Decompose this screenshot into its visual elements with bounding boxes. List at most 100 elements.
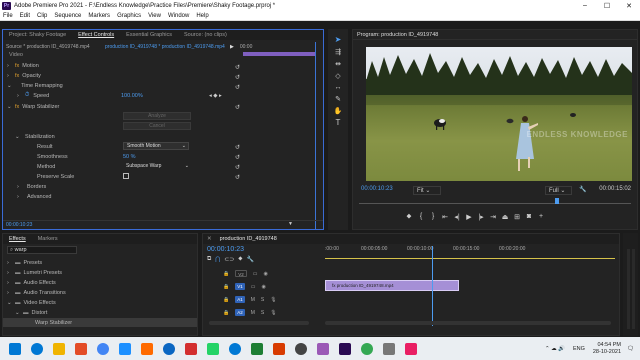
effect-warp-stabilizer[interactable]: ⌄ fx Warp Stabilizer [7,102,59,111]
close-icon[interactable]: ✕ [618,2,640,10]
program-scrub-bar[interactable] [359,198,631,204]
clock-date[interactable]: 28-10-2021 [593,349,621,356]
step-forward-icon[interactable]: |▸ [475,213,487,221]
extract-icon[interactable]: ⊞ [511,213,523,221]
settings-icon[interactable]: 🔧 [246,256,253,263]
taskbar-app-icon[interactable] [229,342,241,355]
taskbar-app-icon[interactable] [251,342,263,355]
add-marker-tl-icon[interactable]: ⬥ [238,256,242,263]
tab-project[interactable]: Project: Shaky Footage [3,32,72,38]
timeline-timecode[interactable]: 00:00:10:23 [207,246,244,253]
effect-time-remapping[interactable]: ⌄ Time Remapping [7,81,63,90]
effect-opacity[interactable]: › fx Opacity [7,71,41,80]
hand-tool-icon[interactable]: ✋ [328,107,348,115]
menu-window[interactable]: Window [168,13,189,19]
menu-sequence[interactable]: Sequence [54,13,81,19]
effect-motion[interactable]: › fx Motion [7,61,39,70]
taskbar-app-icon[interactable] [141,342,153,355]
maximize-icon[interactable]: ☐ [596,2,618,10]
mute-button[interactable]: M [251,297,255,303]
taskbar-app-icon[interactable] [119,342,131,355]
snap-icon[interactable]: ⋂ [215,256,220,263]
keyframe-nav-icon[interactable]: ◂ ◆ ▸ [209,91,222,100]
selection-tool-icon[interactable]: ➤ [328,35,348,44]
taskbar-app-icon[interactable] [163,342,175,355]
tab-effects[interactable]: Effects [3,236,32,242]
play-button[interactable]: ▶ [463,213,475,221]
taskbar-app-icon[interactable] [361,342,373,355]
tab-essential-graphics[interactable]: Essential Graphics [120,32,178,38]
tray-icons[interactable]: ⌃ ☁ 🔊 [545,346,565,352]
mic-icon[interactable]: 🎙 [270,297,276,303]
effects-item-video-effects[interactable]: ⌄ ▬ Video Effects [7,298,56,307]
menu-markers[interactable]: Markers [88,13,110,19]
effects-search-input[interactable]: ⌕ warp [7,246,77,254]
speed-value[interactable]: 100.00% [121,91,143,100]
tab-effect-controls[interactable]: Effect Controls [72,32,120,38]
taskbar-app-icon[interactable] [31,342,43,355]
lock-icon[interactable]: 🔒 [223,297,229,303]
advanced-section[interactable]: › Advanced [17,192,51,201]
effects-item-audio-effects[interactable]: › ▬ Audio Effects [7,278,56,287]
taskbar-app-icon[interactable] [383,342,395,355]
effect-controls-timecode[interactable]: 00:00:10:23 [6,222,32,228]
add-marker-icon[interactable]: ⬥ [403,213,415,221]
taskbar-app-icon[interactable] [97,342,109,355]
wrench-icon[interactable]: 🔧 [579,186,586,193]
button-editor-icon[interactable]: + [535,213,547,221]
effects-item-lumetri[interactable]: › ▬ Lumetri Presets [7,268,62,277]
cancel-button[interactable]: Cancel [123,122,191,130]
effects-item-presets[interactable]: › ▬ Presets [7,258,42,267]
eye-icon[interactable]: ◉ [261,284,265,290]
effects-item-distort[interactable]: ⌄ ▬ Distort [15,308,47,317]
resolution-dropdown[interactable]: Full ⌄ [545,186,573,195]
reset-icons[interactable]: ↺ ↺ ↺ ↺ [235,63,240,113]
timeline-clip[interactable]: fx production ID_4919748.mp4 [325,280,459,291]
language-indicator[interactable]: ENG [573,346,585,352]
slip-tool-icon[interactable]: ↔ [328,84,348,91]
timeline-close-icon[interactable]: ✕ [203,236,214,242]
timeline-playhead[interactable] [432,246,434,326]
minimize-icon[interactable]: – [574,2,596,10]
sync-icon[interactable]: ▭ [253,271,258,277]
lock-icon[interactable]: 🔒 [223,284,229,290]
tab-markers[interactable]: Markers [32,236,64,242]
menu-file[interactable]: File [3,13,13,19]
pen-tool-icon[interactable]: ✎ [328,95,348,103]
preserve-scale-checkbox[interactable] [123,173,129,179]
sync-icon[interactable]: ▭ [251,284,256,290]
menu-help[interactable]: Help [196,13,208,19]
program-playhead[interactable] [555,198,559,204]
ripple-edit-icon[interactable]: ⇹ [328,60,348,68]
go-to-out-icon[interactable]: ⇥ [487,213,499,221]
track-select-icon[interactable]: ⇶ [328,48,348,56]
analyze-button[interactable]: Analyze [123,112,191,120]
menu-graphics[interactable]: Graphics [117,13,141,19]
taskbar-app-icon[interactable] [53,342,65,355]
taskbar-app-icon[interactable] [339,342,351,355]
razor-tool-icon[interactable]: ◇ [328,72,348,80]
solo-button[interactable]: S [261,297,264,303]
lift-icon[interactable]: ⏏ [499,213,511,221]
timeline-ruler[interactable]: :00:00 00:00:05:00 00:00:10:00 00:00:15:… [325,246,615,262]
menu-clip[interactable]: Clip [37,13,47,19]
go-to-in-icon[interactable]: ⇤ [439,213,451,221]
start-button[interactable] [9,342,21,355]
work-area-bar[interactable] [325,258,615,259]
clock-time[interactable]: 04:54 PM [593,342,621,349]
tab-source[interactable]: Source: (no clips) [178,32,233,38]
eye-icon[interactable]: ◉ [263,271,267,277]
filter-icon[interactable]: ▼ [288,221,293,227]
export-frame-icon[interactable]: ◙ [523,213,535,221]
solo-button[interactable]: S [261,310,264,316]
linked-select-icon[interactable]: ⊂⊃ [224,256,234,263]
mark-out-icon[interactable]: } [427,213,439,221]
track-height-slider[interactable] [209,321,309,325]
stabilization-section[interactable]: ⌄ Stabilization [15,132,55,141]
result-dropdown[interactable]: Smooth Motion ⌄ [123,142,189,150]
taskbar-app-icon[interactable] [405,342,417,355]
reset-icons-stabilization[interactable]: ↺ ↺ ↺ ↺ [235,143,240,183]
menu-view[interactable]: View [148,13,161,19]
menu-edit[interactable]: Edit [20,13,30,19]
play-icon[interactable]: ▶ [230,44,234,50]
